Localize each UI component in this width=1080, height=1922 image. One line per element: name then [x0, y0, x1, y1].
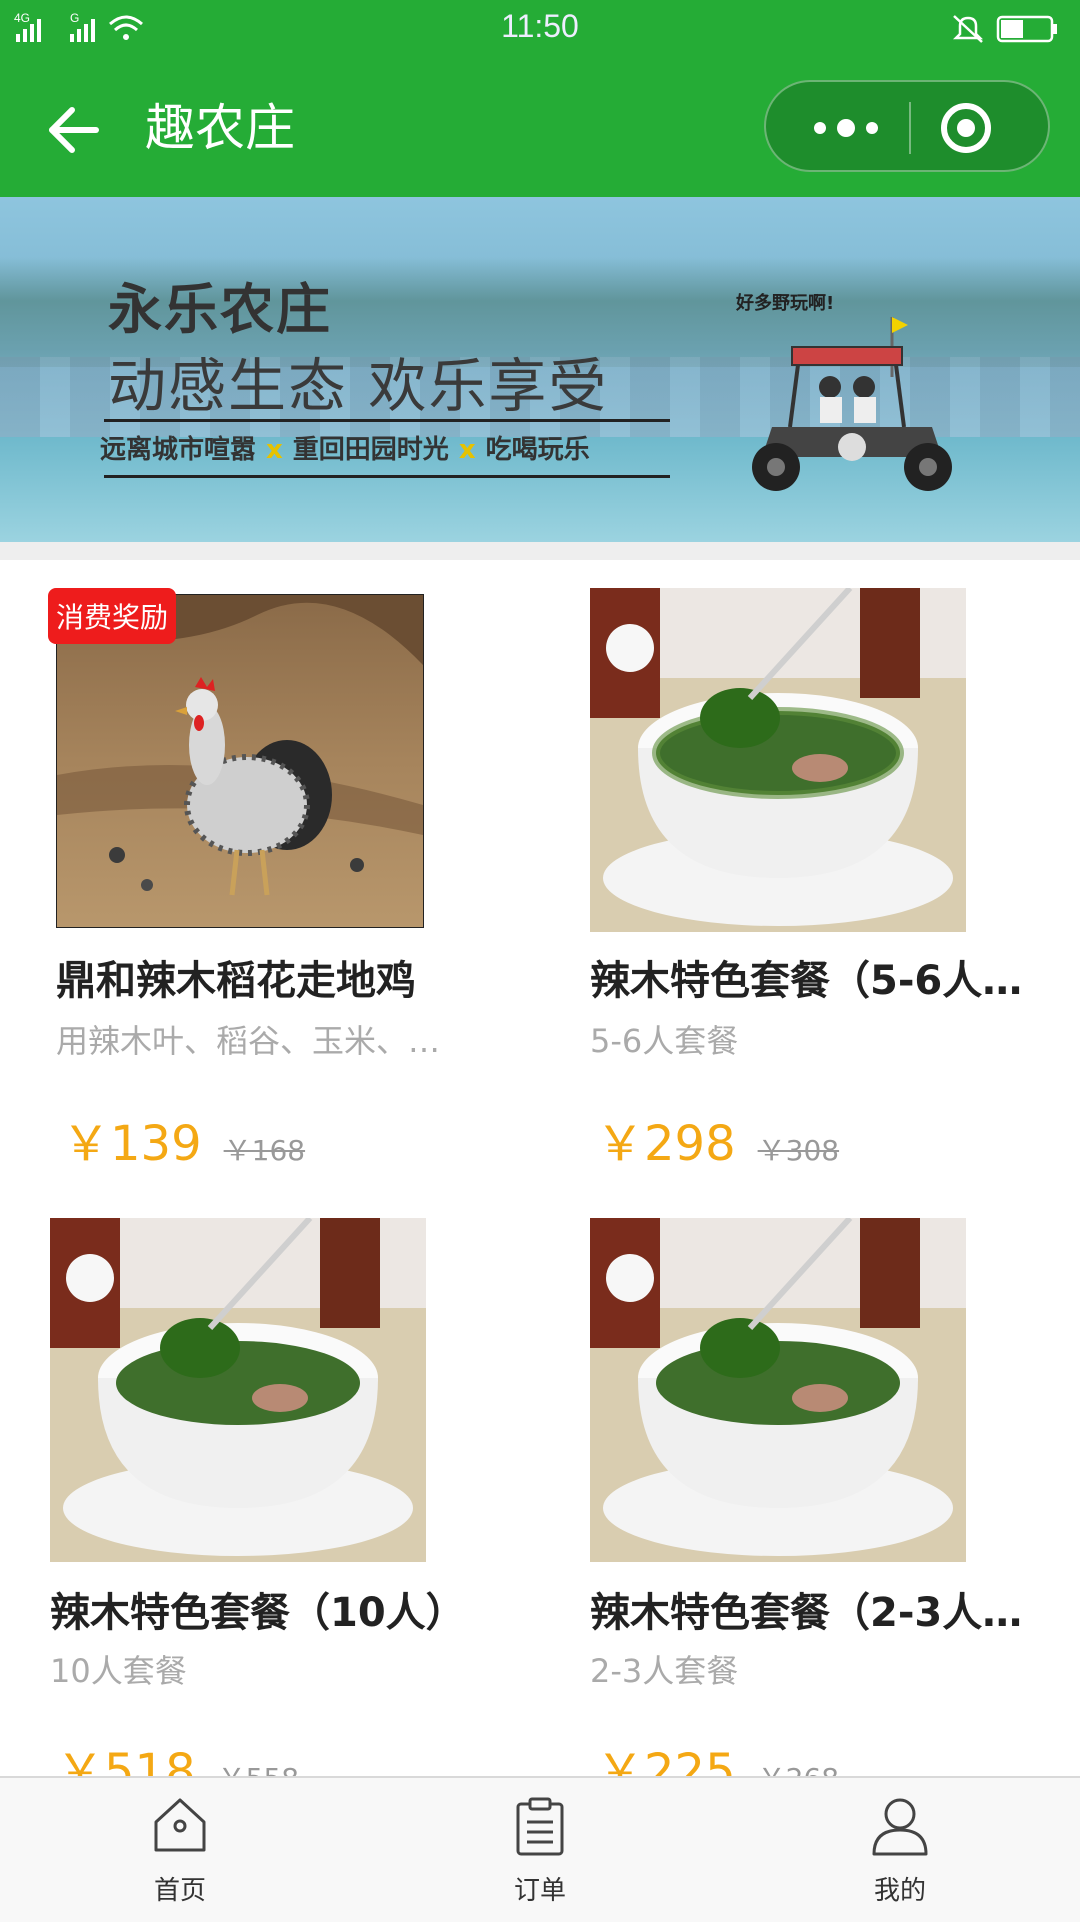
banner-subtitle: 动感生态 欢乐享受 — [108, 352, 609, 420]
product-image-soup — [590, 588, 966, 932]
section-gap — [0, 542, 1080, 560]
status-bar: 4G G 11:50 — [0, 0, 1080, 60]
page-title: 趣农庄 — [145, 99, 295, 157]
tab-label: 订单 — [513, 1876, 566, 1906]
product-card-1[interactable]: 鼎和辣木稻花走地鸡 用辣木叶、稻谷、玉米、… ￥139 ￥168 — [56, 594, 526, 1174]
more-dots-icon — [814, 119, 878, 137]
promo-banner[interactable]: 永乐农庄 动感生态 欢乐享受 远离城市喧嚣 x 重回田园时光 x 吃喝玩乐 好多野玩啊! — [0, 197, 1080, 542]
product-price: ￥298 ￥308 — [596, 1104, 839, 1174]
banner-slogans: 远离城市喧嚣 x 重回田园时光 x 吃喝玩乐 — [100, 429, 590, 466]
slogan-3: 吃喝玩乐 — [485, 435, 590, 465]
back-button[interactable] — [44, 100, 104, 160]
tab-label: 首页 — [153, 1876, 206, 1906]
product-image-soup — [590, 1218, 966, 1562]
banner-title: 永乐农庄 — [108, 278, 332, 341]
target-circle-icon — [941, 103, 991, 153]
price-original: ￥168 — [223, 1134, 306, 1167]
go-kart-image — [752, 317, 952, 491]
clipboard-icon — [516, 1797, 564, 1856]
tab-label: 我的 — [873, 1876, 926, 1906]
miniprogram-capsule — [764, 80, 1050, 172]
banner-rule-top — [104, 419, 670, 422]
product-desc: 10人套餐 — [50, 1652, 187, 1690]
product-name: 辣木特色套餐（5-6人… — [590, 958, 1023, 1004]
product-card-2[interactable]: 辣木特色套餐（5-6人… 5-6人套餐 ￥298 ￥308 — [590, 588, 1060, 1172]
app-header: 4G G 11:50 趣农庄 — [0, 0, 1080, 197]
product-name: 鼎和辣木稻花走地鸡 — [56, 958, 416, 1004]
nav-bar: 趣农庄 — [0, 70, 1080, 190]
bottom-tab-bar: 首页 订单 我的 — [0, 1776, 1080, 1922]
product-desc: 5-6人套餐 — [590, 1022, 739, 1060]
close-miniprogram-button[interactable] — [938, 100, 994, 156]
more-button[interactable] — [806, 106, 886, 150]
slogan-1: 远离城市喧嚣 — [100, 435, 257, 465]
banner-rule-bottom — [104, 475, 670, 478]
tab-orders[interactable]: 订单 — [440, 1778, 640, 1922]
product-desc: 2-3人套餐 — [590, 1652, 739, 1690]
arrow-left-icon — [49, 107, 99, 153]
product-card-3[interactable]: 辣木特色套餐（10人） 10人套餐 ￥518￥558 — [50, 1218, 520, 1800]
capsule-divider — [909, 102, 911, 154]
tab-me[interactable]: 我的 — [800, 1778, 1000, 1922]
product-name: 辣木特色套餐（10人） — [50, 1590, 466, 1636]
status-time: 11:50 — [501, 8, 579, 44]
slogan-sep: x — [266, 435, 283, 465]
price-current: ￥139 — [62, 1116, 202, 1172]
status-right-icons — [946, 12, 1066, 50]
product-image-chicken — [56, 594, 424, 928]
slogan-sep: x — [458, 435, 476, 465]
user-icon — [872, 1798, 928, 1856]
reward-badge: 消费奖励 — [48, 588, 177, 644]
price-current: ￥298 — [596, 1116, 736, 1172]
product-image-soup — [50, 1218, 426, 1562]
product-card-4[interactable]: 辣木特色套餐（2-3人… 2-3人套餐 ￥225￥268 — [590, 1218, 1060, 1800]
price-original: ￥308 — [757, 1134, 840, 1167]
slogan-2: 重回田园时光 — [292, 435, 449, 465]
product-name: 辣木特色套餐（2-3人… — [590, 1590, 1023, 1636]
home-icon — [154, 1798, 206, 1852]
tab-home[interactable]: 首页 — [80, 1778, 280, 1922]
product-price: ￥139 ￥168 — [62, 1104, 305, 1174]
product-desc: 用辣木叶、稻谷、玉米、… — [56, 1022, 441, 1060]
